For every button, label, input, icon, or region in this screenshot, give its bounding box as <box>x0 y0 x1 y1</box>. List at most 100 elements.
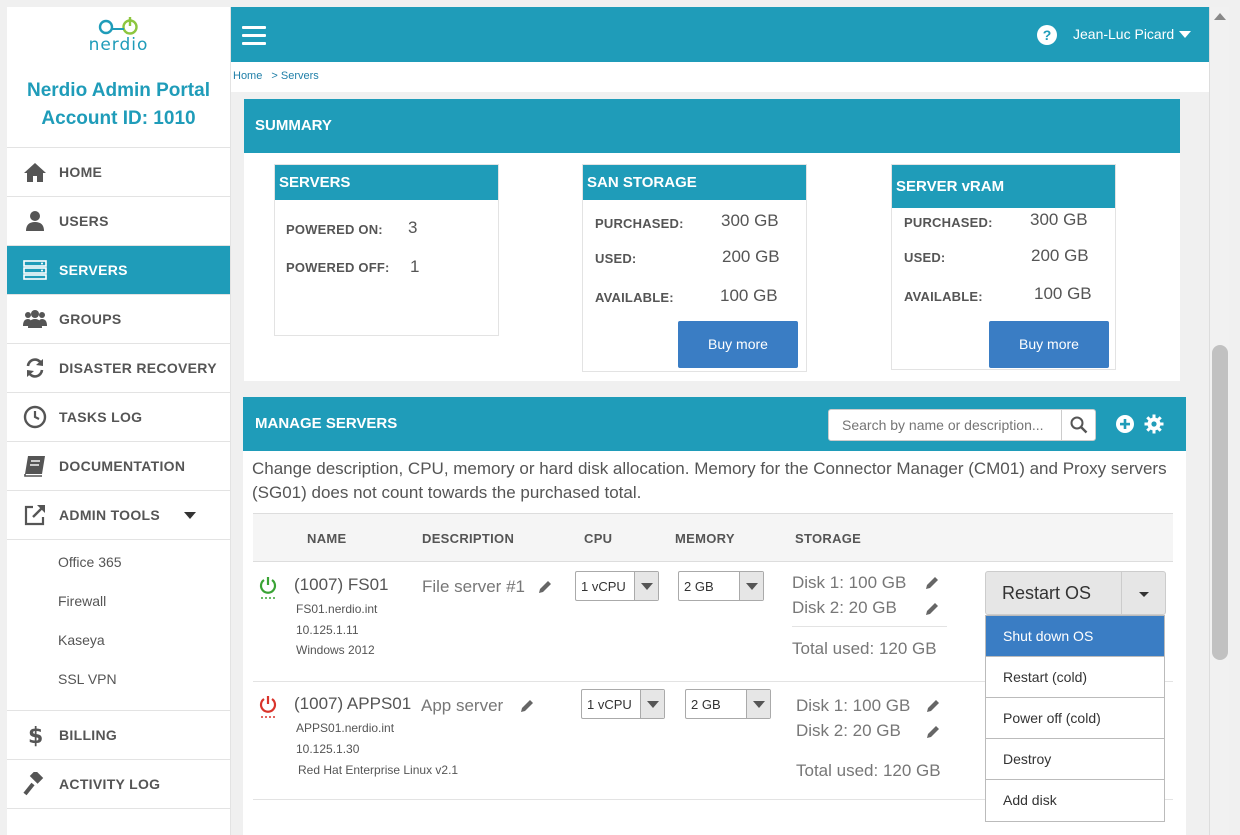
server-icon <box>23 258 47 282</box>
vram-purchased-value: 300 GB <box>1030 210 1088 229</box>
add-server-icon[interactable] <box>1115 414 1135 434</box>
storage-divider <box>792 626 947 627</box>
refresh-icon <box>23 356 47 380</box>
sidebar-item-activity-log[interactable]: ACTIVITY LOG <box>7 760 230 809</box>
sidebar-item-label: DISASTER RECOVERY <box>59 360 217 376</box>
servers-card-title: SERVERS <box>275 165 498 200</box>
memory-value: 2 GB <box>684 579 714 594</box>
scroll-thumb[interactable] <box>1212 345 1228 660</box>
power-off-icon[interactable] <box>259 695 277 719</box>
power-on-icon[interactable] <box>259 576 277 600</box>
sidebar-item-disaster-recovery[interactable]: DISASTER RECOVERY <box>7 344 230 393</box>
memory-select[interactable]: 2 GB <box>678 571 764 601</box>
menu-item-shut-down-os[interactable]: Shut down OS <box>986 616 1164 657</box>
search-box <box>828 409 1096 441</box>
sidebar-item-tasks-log[interactable]: TASKS LOG <box>7 393 230 442</box>
edit-description-icon[interactable] <box>520 699 534 713</box>
page-scrollbar[interactable] <box>1209 7 1229 835</box>
chevron-down-icon <box>640 690 664 718</box>
submenu-item-firewall[interactable]: Firewall <box>7 587 230 626</box>
sidebar-item-servers[interactable]: SERVERS <box>7 246 230 295</box>
san-buy-more-button[interactable]: Buy more <box>678 321 798 368</box>
search-input[interactable] <box>829 410 1061 440</box>
user-caret-icon[interactable] <box>1179 31 1191 38</box>
manage-description: Change description, CPU, memory or hard … <box>252 459 1167 502</box>
chevron-down-icon <box>746 690 770 718</box>
sidebar-item-documentation[interactable]: DOCUMENTATION <box>7 442 230 491</box>
sidebar-item-billing[interactable]: $ BILLING <box>7 711 230 760</box>
edit-disk-icon[interactable] <box>926 725 940 739</box>
sidebar-item-label: HOME <box>59 164 103 180</box>
vram-used-value: 200 GB <box>1031 246 1089 265</box>
actions-dropdown-toggle[interactable] <box>1121 572 1166 614</box>
portal-name: Nerdio Admin Portal <box>27 80 210 101</box>
external-link-icon <box>23 503 47 527</box>
submenu-item-kaseya[interactable]: Kaseya <box>7 626 230 665</box>
san-used-value: 200 GB <box>722 247 780 266</box>
cpu-value: 1 vCPU <box>587 697 632 712</box>
nerdio-logo[interactable]: nerdio <box>7 7 230 67</box>
edit-description-icon[interactable] <box>538 580 552 594</box>
powered-off-label: POWERED OFF: <box>286 260 390 275</box>
server-ip: 10.125.1.11 <box>296 623 359 637</box>
san-storage-card: SAN STORAGE PURCHASED: 300 GB USED: 200 … <box>582 164 807 372</box>
search-button[interactable] <box>1061 410 1095 440</box>
edit-disk-icon[interactable] <box>926 699 940 713</box>
sidebar-item-home[interactable]: HOME <box>7 148 230 197</box>
vram-available-label: AVAILABLE: <box>904 289 983 304</box>
chevron-down-icon[interactable] <box>184 511 197 519</box>
column-memory: MEMORY <box>675 531 735 546</box>
cpu-select[interactable]: 1 vCPU <box>581 689 665 719</box>
cpu-select[interactable]: 1 vCPU <box>575 571 659 601</box>
sidebar-item-admin-tools[interactable]: ADMIN TOOLS <box>7 491 230 540</box>
edit-disk-icon[interactable] <box>925 602 939 616</box>
chevron-down-icon <box>634 572 658 600</box>
restart-os-split-button[interactable]: Restart OS <box>985 571 1166 615</box>
sidebar-item-label: USERS <box>59 213 109 229</box>
user-menu[interactable]: Jean-Luc Picard <box>1073 26 1174 42</box>
help-icon[interactable]: ? <box>1037 25 1057 45</box>
disk-1: Disk 1: 100 GB <box>792 573 907 592</box>
sidebar: nerdio Nerdio Admin Portal Account ID: 1… <box>7 7 231 835</box>
server-fqdn: APPS01.nerdio.int <box>296 721 395 735</box>
server-vram-card: SERVER vRAM PURCHASED: 300 GB USED: 200 … <box>891 164 1116 370</box>
logo-mark-icon <box>98 17 138 35</box>
disk-2: Disk 2: 20 GB <box>796 721 901 740</box>
sidebar-item-groups[interactable]: GROUPS <box>7 295 230 344</box>
scroll-up-icon[interactable] <box>1214 13 1226 20</box>
restart-os-button[interactable]: Restart OS <box>1002 583 1091 604</box>
column-name: NAME <box>307 531 347 546</box>
cpu-value: 1 vCPU <box>581 579 626 594</box>
total-used: Total used: 120 GB <box>796 761 941 780</box>
search-icon <box>1070 416 1087 434</box>
breadcrumb-current: > Servers <box>271 70 319 82</box>
chevron-down-icon <box>739 572 763 600</box>
submenu-item-office-365[interactable]: Office 365 <box>7 548 230 587</box>
edit-disk-icon[interactable] <box>925 576 939 590</box>
menu-item-destroy[interactable]: Destroy <box>986 739 1164 780</box>
menu-item-restart-cold[interactable]: Restart (cold) <box>986 657 1164 698</box>
user-icon <box>23 209 47 233</box>
account-id: Account ID: 1010 <box>41 108 196 129</box>
menu-item-power-off-cold[interactable]: Power off (cold) <box>986 698 1164 739</box>
breadcrumb-home[interactable]: Home <box>233 70 262 82</box>
san-available-value: 100 GB <box>720 286 778 305</box>
top-bar: ? Jean-Luc Picard <box>231 7 1209 62</box>
powered-on-value: 3 <box>408 218 418 237</box>
menu-item-add-disk[interactable]: Add disk <box>986 780 1164 821</box>
clock-icon <box>23 405 47 429</box>
hamburger-menu-icon[interactable] <box>242 26 266 45</box>
sidebar-item-users[interactable]: USERS <box>7 197 230 246</box>
san-purchased-value: 300 GB <box>721 211 779 230</box>
gear-icon[interactable] <box>1144 414 1164 434</box>
sidebar-item-label: TASKS LOG <box>59 409 143 425</box>
column-storage: STORAGE <box>795 531 862 546</box>
server-description: File server #1 <box>422 577 525 596</box>
home-icon <box>23 160 47 184</box>
portal-title: Nerdio Admin Portal Account ID: 1010 <box>7 77 230 147</box>
submenu-item-ssl-vpn[interactable]: SSL VPN <box>7 665 230 704</box>
admin-tools-submenu: Office 365 Firewall Kaseya SSL VPN <box>7 540 230 711</box>
memory-select[interactable]: 2 GB <box>685 689 771 719</box>
logo-text: nerdio <box>88 35 149 55</box>
vram-buy-more-button[interactable]: Buy more <box>989 321 1109 368</box>
